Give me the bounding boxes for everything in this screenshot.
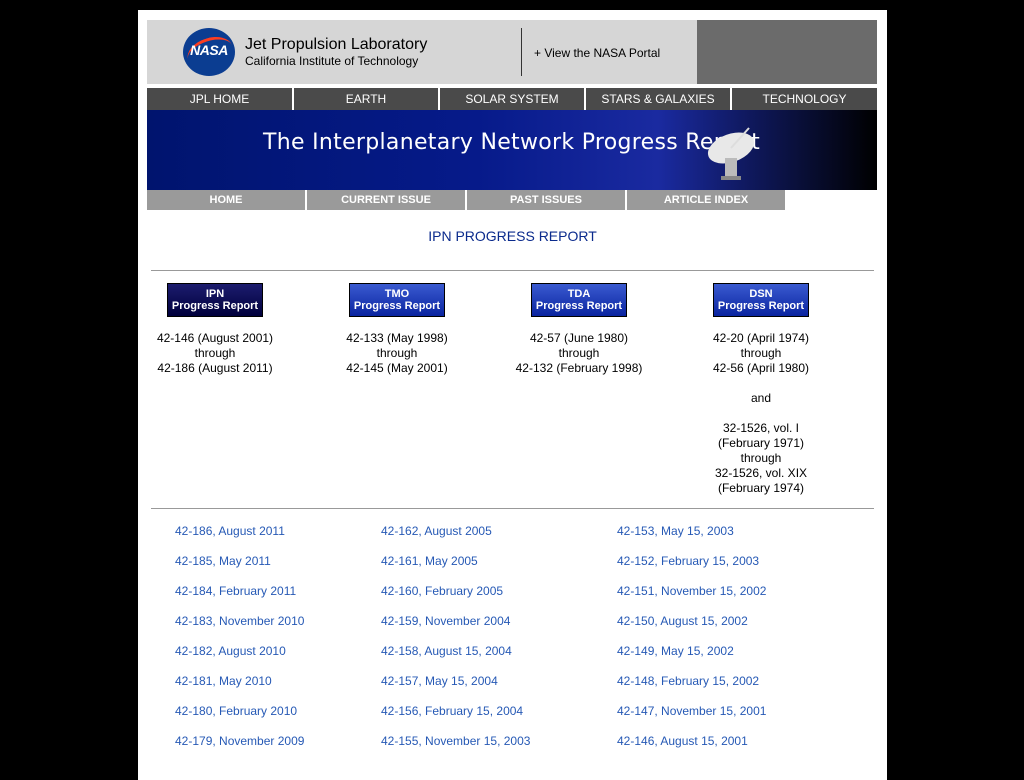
issue-link[interactable]: 42-152, February 15, 2003 [617, 554, 759, 568]
series-ipn: IPN Progress Report 42-146 (August 2001)… [150, 283, 280, 376]
dsn-range-line: and [750, 391, 772, 405]
tmo-button-name: TMO [384, 288, 410, 300]
page-container: NASA Jet Propulsion Laboratory Californi… [138, 10, 887, 780]
issue-link[interactable]: 42-162, August 2005 [381, 524, 492, 538]
tda-range-line: through [558, 346, 600, 360]
header-divider [521, 28, 522, 76]
dsn-range-line: 32-1526, vol. XIX [714, 466, 808, 480]
series-dsn: DSN Progress Report 42-20 (April 1974) t… [696, 283, 826, 496]
dsn-range-line: (February 1971) [717, 436, 805, 450]
tda-range: 42-57 (June 1980) through 42-132 (Februa… [514, 331, 644, 376]
page-heading: IPN PROGRESS REPORT [428, 228, 597, 244]
ipn-report-button[interactable]: IPN Progress Report [167, 283, 263, 317]
issue-link[interactable]: 42-181, May 2010 [175, 674, 272, 688]
tda-range-line: 42-132 (February 1998) [515, 361, 643, 375]
sub-nav-current-issue[interactable]: CURRENT ISSUE [307, 190, 465, 210]
tmo-range-line: through [376, 346, 418, 360]
top-nav-technology[interactable]: TECHNOLOGY [732, 88, 877, 110]
issue-link[interactable]: 42-157, May 15, 2004 [381, 674, 498, 688]
issue-link[interactable]: 42-183, November 2010 [175, 614, 304, 628]
issue-link[interactable]: 42-151, November 15, 2002 [617, 584, 766, 598]
dsn-button-label: Progress Report [717, 300, 805, 312]
dsn-range-line: 32-1526, vol. I [722, 421, 800, 435]
dsn-range-line: 42-56 (April 1980) [712, 361, 810, 375]
top-nav-solar-system[interactable]: SOLAR SYSTEM [440, 88, 584, 110]
issue-link[interactable]: 42-148, February 15, 2002 [617, 674, 759, 688]
sub-nav-home[interactable]: HOME [147, 190, 305, 210]
dsn-range-line [696, 376, 826, 391]
dsn-button-name: DSN [749, 288, 773, 300]
tda-button-label: Progress Report [535, 300, 623, 312]
tmo-range-line: 42-145 (May 2001) [346, 361, 448, 375]
tmo-range-line: 42-133 (May 1998) [346, 331, 448, 345]
antenna-dish-icon [707, 127, 755, 180]
ipn-range-line: 42-146 (August 2001) [156, 331, 274, 345]
logo-text: NASA [190, 42, 228, 58]
tda-range-line: 42-57 (June 1980) [529, 331, 629, 345]
series-tmo: TMO Progress Report 42-133 (May 1998) th… [332, 283, 462, 376]
issue-link[interactable]: 42-160, February 2005 [381, 584, 503, 598]
report-banner: The Interplanetary Network Progress Repo… [147, 110, 877, 190]
nasa-portal-link[interactable]: + View the NASA Portal [534, 46, 660, 60]
ipn-range: 42-146 (August 2001) through 42-186 (Aug… [150, 331, 280, 376]
sub-nav: HOME CURRENT ISSUE PAST ISSUES ARTICLE I… [147, 190, 877, 210]
issue-link[interactable]: 42-161, May 2005 [381, 554, 478, 568]
sub-nav-past-issues[interactable]: PAST ISSUES [467, 190, 625, 210]
tda-button-name: TDA [567, 288, 591, 300]
top-nav: JPL HOME EARTH SOLAR SYSTEM STARS & GALA… [147, 88, 877, 110]
dsn-range-line: through [740, 451, 782, 465]
ipn-range-line: through [194, 346, 236, 360]
jpl-title[interactable]: Jet Propulsion Laboratory [245, 36, 427, 54]
divider-bottom [151, 508, 874, 509]
site-header: NASA Jet Propulsion Laboratory Californi… [147, 20, 877, 84]
issue-link[interactable]: 42-186, August 2011 [175, 524, 285, 538]
issue-link[interactable]: 42-153, May 15, 2003 [617, 524, 734, 538]
ipn-button-label: Progress Report [171, 300, 259, 312]
dsn-range: 42-20 (April 1974) through 42-56 (April … [696, 331, 826, 496]
top-nav-jpl-home[interactable]: JPL HOME [147, 88, 292, 110]
dsn-range-line: 42-20 (April 1974) [712, 331, 810, 345]
issue-link[interactable]: 42-185, May 2011 [175, 554, 271, 568]
top-nav-earth[interactable]: EARTH [294, 88, 438, 110]
dsn-range-line: (February 1974) [717, 481, 805, 495]
sub-nav-article-index[interactable]: ARTICLE INDEX [627, 190, 785, 210]
issue-link[interactable]: 42-155, November 15, 2003 [381, 734, 530, 748]
issue-link[interactable]: 42-180, February 2010 [175, 704, 297, 718]
issue-link[interactable]: 42-158, August 15, 2004 [381, 644, 512, 658]
jpl-subtitle: California Institute of Technology [245, 54, 419, 68]
dsn-range-line [696, 406, 826, 421]
tmo-range: 42-133 (May 1998) through 42-145 (May 20… [332, 331, 462, 376]
issue-link[interactable]: 42-147, November 15, 2001 [617, 704, 766, 718]
nasa-logo-icon[interactable]: NASA [183, 28, 237, 76]
issue-link[interactable]: 42-146, August 15, 2001 [617, 734, 748, 748]
issue-link[interactable]: 42-150, August 15, 2002 [617, 614, 748, 628]
banner-title: The Interplanetary Network Progress Repo… [263, 130, 761, 155]
series-tda: TDA Progress Report 42-57 (June 1980) th… [514, 283, 644, 376]
issue-link[interactable]: 42-182, August 2010 [175, 644, 286, 658]
issue-link[interactable]: 42-184, February 2011 [175, 584, 296, 598]
ipn-range-line: 42-186 (August 2011) [157, 361, 273, 375]
issue-link[interactable]: 42-149, May 15, 2002 [617, 644, 734, 658]
divider-top [151, 270, 874, 271]
dsn-report-button[interactable]: DSN Progress Report [713, 283, 809, 317]
dsn-range-line: through [740, 346, 782, 360]
issue-link[interactable]: 42-156, February 15, 2004 [381, 704, 523, 718]
header-gray-block [697, 20, 877, 84]
issue-link[interactable]: 42-159, November 2004 [381, 614, 510, 628]
issue-link[interactable]: 42-179, November 2009 [175, 734, 304, 748]
ipn-button-name: IPN [205, 288, 225, 300]
tda-report-button[interactable]: TDA Progress Report [531, 283, 627, 317]
top-nav-stars-galaxies[interactable]: STARS & GALAXIES [586, 88, 730, 110]
tmo-report-button[interactable]: TMO Progress Report [349, 283, 445, 317]
tmo-button-label: Progress Report [353, 300, 441, 312]
